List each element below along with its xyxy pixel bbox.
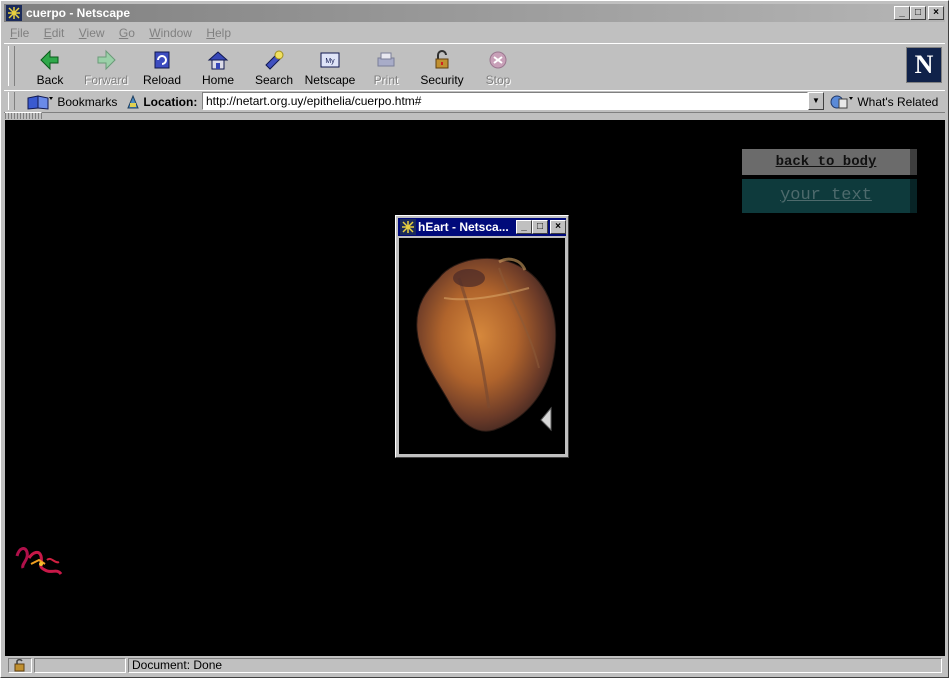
status-bar: Document: Done <box>4 656 945 675</box>
stop-label: Stop <box>485 73 511 87</box>
maximize-button[interactable]: □ <box>910 6 926 20</box>
whats-related-button[interactable]: What's Related <box>828 94 938 110</box>
whats-related-label: What's Related <box>857 95 939 109</box>
popup-minimize-button[interactable]: _ <box>516 220 532 234</box>
bookmarks-book-icon <box>27 95 53 110</box>
menu-help[interactable]: Help <box>206 23 231 43</box>
whats-related-icon <box>830 95 853 109</box>
status-progress-field <box>34 658 126 673</box>
back-arrow-icon <box>40 49 59 71</box>
forward-button[interactable]: Forward <box>78 47 134 87</box>
title-bar[interactable]: cuerpo - Netscape _ □ × <box>4 4 945 22</box>
forward-arrow-icon <box>97 49 116 71</box>
location-toolbar: Bookmarks Location: http://netart.org.uy… <box>4 90 945 113</box>
reload-button[interactable]: Reload <box>134 47 190 87</box>
heart-image[interactable] <box>399 238 565 454</box>
minimize-button[interactable]: _ <box>894 6 910 20</box>
padlock-icon <box>435 50 449 69</box>
menu-bar: File Edit View Go Window Help <box>4 23 945 43</box>
security-label: Security <box>420 73 464 87</box>
stop-button[interactable]: Stop <box>470 47 526 87</box>
security-button[interactable]: Security <box>414 47 470 87</box>
location-label-group: Location: <box>126 94 197 110</box>
window-title: cuerpo - Netscape <box>26 6 131 20</box>
popup-back-arrow-icon <box>540 406 552 432</box>
toolbar-grip[interactable] <box>8 46 15 86</box>
stop-icon <box>489 51 507 69</box>
status-text: Document: Done <box>128 658 942 673</box>
page-content: back to body your text hEart - Netsca...… <box>5 120 945 656</box>
home-button[interactable]: Home <box>190 47 246 87</box>
broken-lock-icon <box>14 658 25 672</box>
location-label: Location: <box>143 95 198 109</box>
close-button[interactable]: × <box>928 6 944 20</box>
navigation-toolbar: Back Forward Reload Home Search My Netsc… <box>4 43 945 91</box>
menu-go[interactable]: Go <box>119 23 135 43</box>
print-label: Print <box>373 73 399 87</box>
search-button[interactable]: Search <box>246 47 302 87</box>
my-netscape-icon: My <box>320 52 340 68</box>
browser-window: cuerpo - Netscape _ □ × File Edit View G… <box>0 0 949 678</box>
popup-content <box>399 238 565 454</box>
netscape-label: Netscape <box>304 73 356 87</box>
popup-netscape-icon <box>400 219 416 235</box>
location-url-input[interactable]: http://netart.org.uy/epithelia/cuerpo.ht… <box>202 92 808 110</box>
popup-title-bar[interactable]: hEart - Netsca... _ □ × <box>398 218 566 236</box>
red-squiggle-image[interactable] <box>11 534 67 586</box>
popup-title: hEart - Netsca... <box>418 220 509 234</box>
menu-view[interactable]: View <box>79 23 105 43</box>
back-button[interactable]: Back <box>22 47 78 87</box>
menu-file[interactable]: File <box>10 23 29 43</box>
popup-maximize-button[interactable]: □ <box>532 220 548 234</box>
print-button[interactable]: Print <box>358 47 414 87</box>
page-proxy-icon[interactable] <box>126 94 140 110</box>
home-icon <box>207 51 229 70</box>
heart-popup-window[interactable]: hEart - Netsca... _ □ × <box>395 215 569 458</box>
bookmarks-button[interactable]: Bookmarks <box>26 94 117 110</box>
reload-icon <box>154 51 170 69</box>
menu-window[interactable]: Window <box>149 23 192 43</box>
forward-label: Forward <box>83 73 128 87</box>
netscape-throbber-logo[interactable]: N <box>906 47 942 83</box>
back-to-body-link[interactable]: back to body <box>742 149 917 175</box>
search-label: Search <box>254 73 294 87</box>
back-label: Back <box>36 73 64 87</box>
printer-icon <box>377 52 395 67</box>
search-flashlight-icon <box>265 50 284 70</box>
home-label: Home <box>201 73 234 87</box>
reload-label: Reload <box>142 73 182 87</box>
collapsed-toolbar-tab[interactable] <box>5 112 42 119</box>
url-dropdown-button[interactable]: ▼ <box>808 92 824 110</box>
popup-close-button[interactable]: × <box>550 220 566 234</box>
menu-edit[interactable]: Edit <box>44 23 65 43</box>
my-netscape-button[interactable]: My Netscape <box>302 47 358 87</box>
netscape-app-icon <box>6 5 22 21</box>
bookmarks-label: Bookmarks <box>57 95 118 109</box>
svg-text:My: My <box>325 58 335 65</box>
your-text-link[interactable]: your text <box>742 179 917 213</box>
security-status-icon[interactable] <box>8 658 32 673</box>
location-grip[interactable] <box>8 92 15 110</box>
